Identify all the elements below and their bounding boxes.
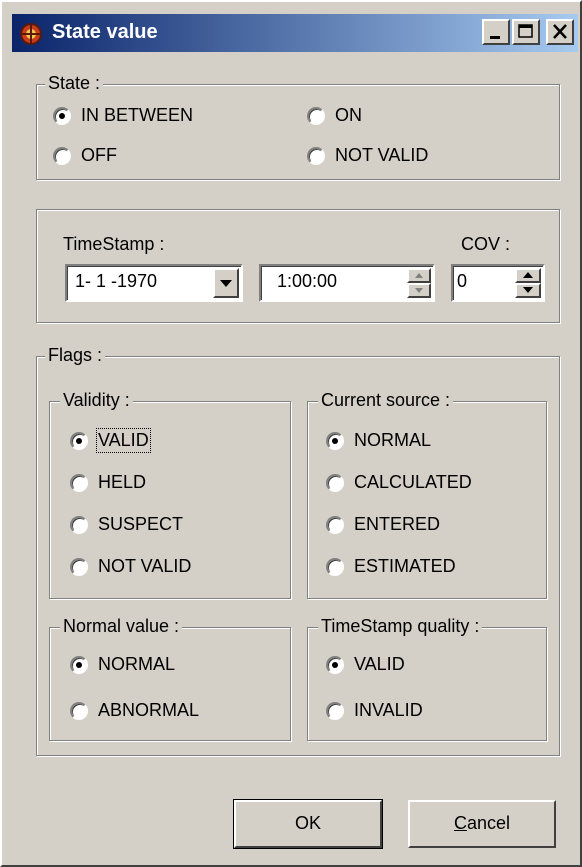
radio-selected-icon (70, 655, 88, 674)
source-radio-calculated[interactable]: CALCULATED (326, 472, 472, 493)
timestamp-quality-legend: TimeStamp quality : (318, 616, 483, 637)
state-radio-not-valid[interactable]: NOT VALID (307, 145, 428, 166)
maximize-button[interactable] (512, 19, 540, 45)
validity-radio-suspect[interactable]: SUSPECT (70, 514, 183, 535)
radio-selected-icon (70, 431, 88, 450)
window-title: State value (52, 21, 158, 43)
minimize-icon (490, 36, 500, 39)
validity-radio-label: VALID (96, 428, 151, 453)
normal-value-radio-normal[interactable]: NORMAL (70, 654, 175, 675)
validity-legend: Validity : (60, 390, 133, 411)
ts-quality-radio-invalid[interactable]: INVALID (326, 700, 423, 721)
normal-value-radio-label: NORMAL (98, 654, 176, 674)
cov-stepper[interactable]: 0 (451, 264, 545, 302)
radio-selected-icon (326, 655, 344, 674)
spin-up-icon (523, 272, 533, 278)
state-radio-label: ON (335, 105, 362, 125)
radio-icon (53, 146, 71, 165)
spin-up-icon (415, 273, 423, 278)
chevron-down-icon (220, 280, 232, 287)
timestamp-group: TimeStamp : COV : 1- 1 -1970 1:00:00 0 (36, 209, 560, 323)
normal-value-legend: Normal value : (60, 616, 183, 637)
spin-down-icon (523, 287, 533, 293)
dialog-window: State value State : IN BETWEEN ON OFF NO… (0, 0, 582, 867)
cov-value: 0 (457, 271, 468, 291)
state-group: State : IN BETWEEN ON OFF NOT VALID (36, 73, 560, 180)
state-radio-off[interactable]: OFF (53, 145, 117, 166)
close-icon (553, 24, 567, 39)
radio-icon (326, 515, 344, 534)
validity-radio-held[interactable]: HELD (70, 472, 146, 493)
title-bar[interactable]: State value (12, 14, 578, 52)
time-field[interactable]: 1:00:00 (259, 264, 435, 302)
radio-selected-icon (53, 106, 71, 125)
cov-spin-down[interactable] (515, 283, 541, 298)
radio-icon (70, 515, 88, 534)
maximize-icon (518, 24, 533, 38)
cancel-button[interactable]: Cancel (408, 800, 556, 848)
radio-icon (70, 557, 88, 576)
cov-spin-up[interactable] (515, 268, 541, 283)
ts-quality-radio-label: INVALID (354, 700, 423, 720)
close-button[interactable] (546, 19, 574, 45)
normal-value-radio-label: ABNORMAL (98, 700, 200, 720)
app-icon (20, 23, 42, 45)
date-value: 1- 1 -1970 (75, 271, 158, 291)
validity-radio-label: NOT VALID (98, 556, 192, 576)
date-dropdown-button[interactable] (213, 268, 239, 298)
flags-group: Flags : Validity : VALID HELD SUSPECT NO… (36, 345, 560, 756)
timestamp-quality-group: TimeStamp quality : VALID INVALID (307, 616, 547, 741)
state-radio-label: NOT VALID (335, 145, 429, 165)
state-radio-in-between[interactable]: IN BETWEEN (53, 105, 193, 126)
radio-icon (70, 473, 88, 492)
state-legend: State : (45, 73, 104, 94)
state-radio-label: OFF (81, 145, 117, 165)
validity-group: Validity : VALID HELD SUSPECT NOT VALID (49, 390, 291, 599)
source-radio-label: NORMAL (354, 430, 432, 450)
time-value: 1:00:00 (277, 271, 338, 291)
radio-icon (307, 146, 325, 165)
normal-value-group: Normal value : NORMAL ABNORMAL (49, 616, 291, 741)
ts-quality-radio-valid[interactable]: VALID (326, 654, 405, 675)
time-spin-up[interactable] (407, 268, 431, 283)
ts-quality-radio-label: VALID (354, 654, 405, 674)
source-radio-entered[interactable]: ENTERED (326, 514, 440, 535)
radio-icon (326, 557, 344, 576)
cov-label: COV : (461, 234, 511, 254)
flags-legend: Flags : (45, 345, 106, 366)
source-radio-label: CALCULATED (354, 472, 472, 492)
normal-value-radio-abnormal[interactable]: ABNORMAL (70, 700, 199, 721)
radio-icon (307, 106, 325, 125)
date-picker[interactable]: 1- 1 -1970 (65, 264, 243, 302)
current-source-group: Current source : NORMAL CALCULATED ENTER… (307, 390, 547, 599)
validity-radio-label: HELD (98, 472, 147, 492)
ok-button[interactable]: OK (233, 799, 383, 849)
source-radio-label: ESTIMATED (354, 556, 456, 576)
radio-selected-icon (326, 431, 344, 450)
minimize-button[interactable] (482, 19, 510, 45)
source-radio-normal[interactable]: NORMAL (326, 430, 431, 451)
radio-icon (70, 701, 88, 720)
current-source-legend: Current source : (318, 390, 454, 411)
state-radio-on[interactable]: ON (307, 105, 362, 126)
validity-radio-label: SUSPECT (98, 514, 184, 534)
spin-down-icon (415, 288, 423, 293)
radio-icon (326, 701, 344, 720)
source-radio-estimated[interactable]: ESTIMATED (326, 556, 456, 577)
timestamp-label: TimeStamp : (63, 234, 165, 254)
validity-radio-not-valid[interactable]: NOT VALID (70, 556, 191, 577)
state-radio-label: IN BETWEEN (81, 105, 194, 125)
validity-radio-valid[interactable]: VALID (70, 428, 151, 453)
radio-icon (326, 473, 344, 492)
source-radio-label: ENTERED (354, 514, 441, 534)
time-spin-down[interactable] (407, 283, 431, 298)
